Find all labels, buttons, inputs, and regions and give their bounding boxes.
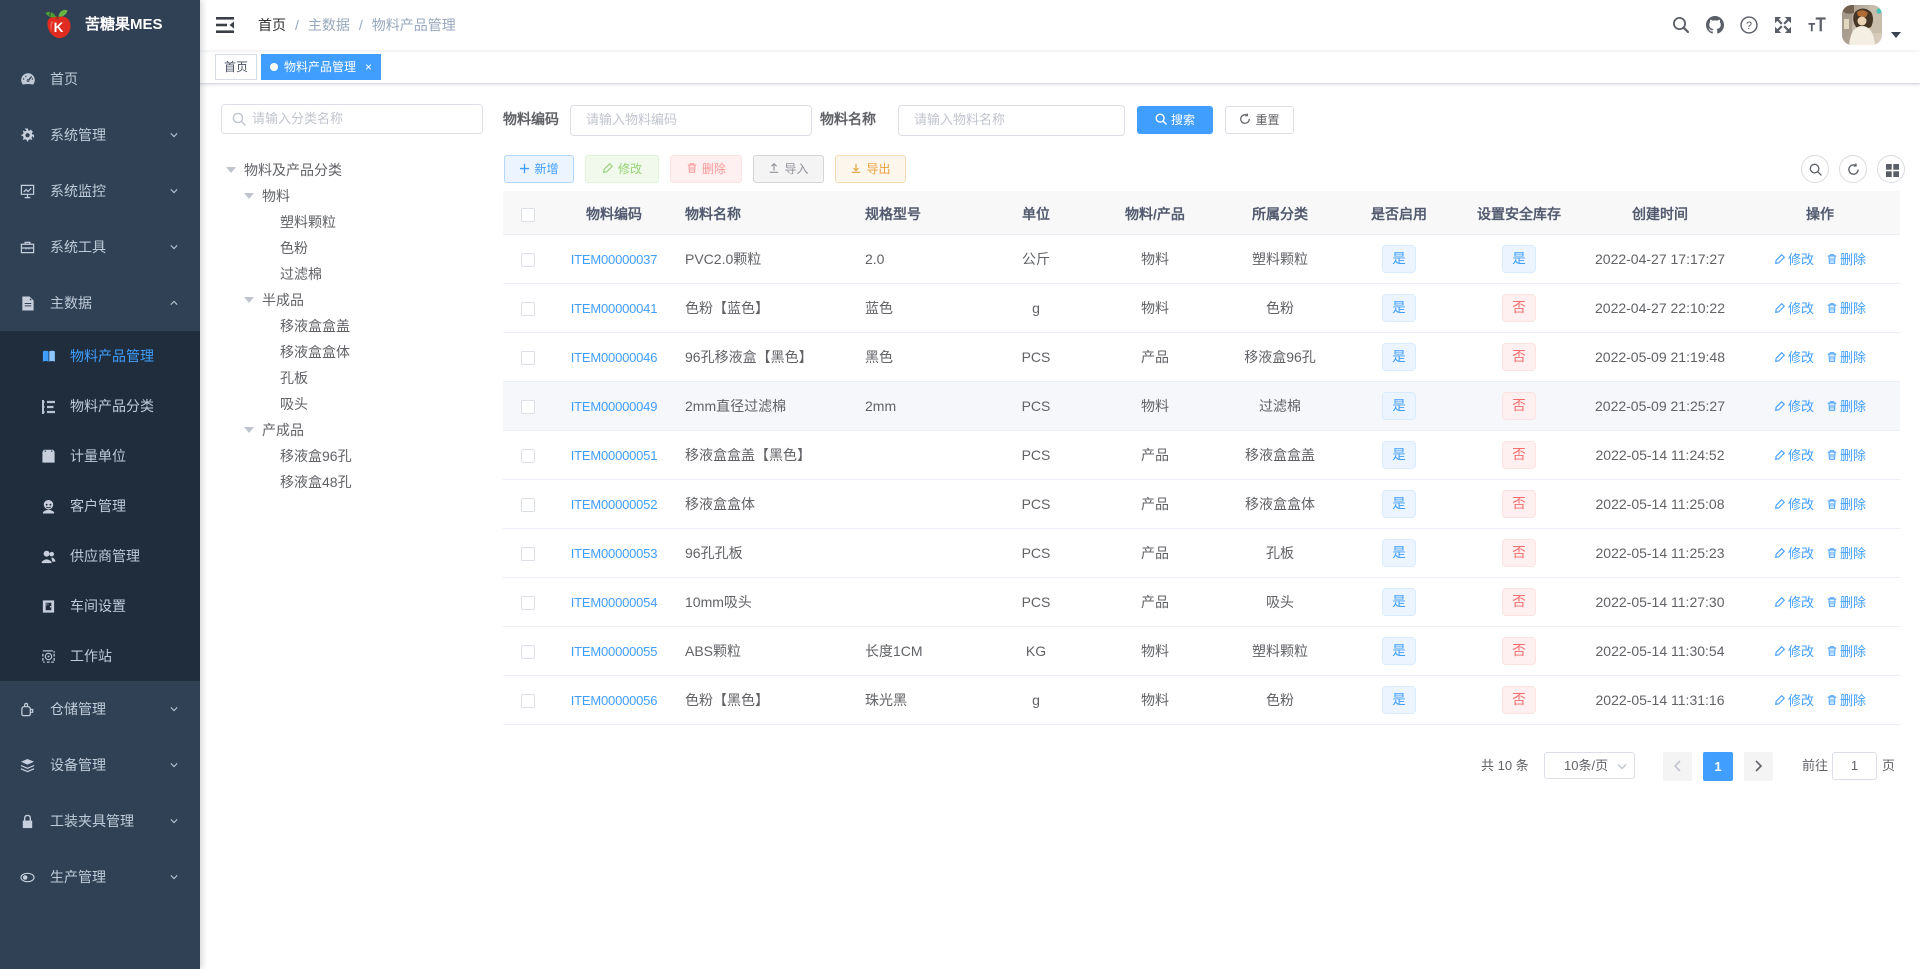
svg-text:K: K (54, 20, 64, 35)
svg-text:?: ? (1746, 20, 1752, 32)
